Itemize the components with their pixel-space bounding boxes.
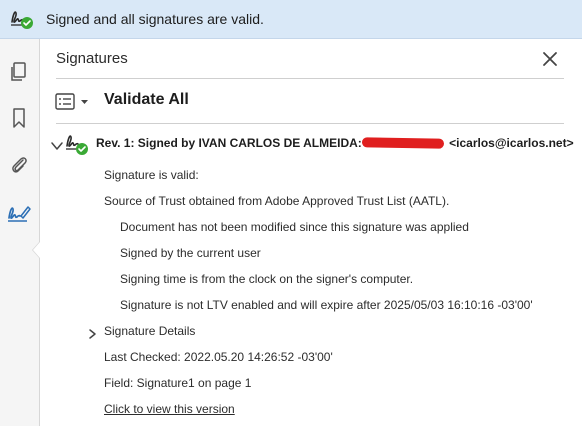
- check-item: Signed by the current user: [120, 246, 261, 260]
- pages-icon[interactable]: [6, 59, 32, 85]
- options-menu-button[interactable]: [54, 92, 92, 112]
- signature-details-toggle[interactable]: Signature Details: [104, 324, 195, 338]
- validate-all-button[interactable]: Validate All: [104, 91, 189, 109]
- active-tool-pointer: [33, 242, 40, 258]
- left-tool-rail: [0, 39, 40, 426]
- revision-label[interactable]: Rev. 1: Signed by IVAN CARLOS DE ALMEIDA…: [96, 136, 574, 150]
- signature-icon[interactable]: [6, 200, 32, 226]
- close-icon[interactable]: [540, 49, 560, 69]
- attachment-icon[interactable]: [6, 151, 32, 177]
- signature-status-text: Signed and all signatures are valid.: [46, 11, 264, 27]
- chevron-right-icon[interactable]: [86, 327, 98, 339]
- view-version-link[interactable]: Click to view this version: [104, 402, 235, 416]
- signature-status: Signature is valid:: [104, 168, 199, 182]
- chevron-down-icon[interactable]: [50, 139, 64, 153]
- revision-label-prefix: Rev. 1: Signed by IVAN CARLOS DE ALMEIDA…: [96, 136, 362, 150]
- revision-label-email: <icarlos@icarlos.net>: [449, 136, 574, 150]
- check-item: Signing time is from the clock on the si…: [120, 272, 414, 286]
- signature-valid-icon: [64, 131, 90, 157]
- signatures-panel: Signatures Validate All Rev. 1: Signed b…: [40, 39, 582, 426]
- title-divider: [56, 78, 564, 79]
- signature-field: Field: Signature1 on page 1: [104, 376, 252, 390]
- redaction-mark: [361, 137, 444, 149]
- bookmark-icon[interactable]: [6, 105, 32, 131]
- toolbar-divider: [56, 123, 564, 124]
- signature-valid-icon: [9, 7, 35, 31]
- signature-status-banner: Signed and all signatures are valid.: [0, 0, 582, 39]
- last-checked: Last Checked: 2022.05.20 14:26:52 -03'00…: [104, 350, 333, 364]
- check-item: Signature is not LTV enabled and will ex…: [120, 298, 533, 312]
- check-item: Document has not been modified since thi…: [120, 220, 469, 234]
- trust-source: Source of Trust obtained from Adobe Appr…: [104, 194, 450, 208]
- panel-title: Signatures: [56, 50, 128, 67]
